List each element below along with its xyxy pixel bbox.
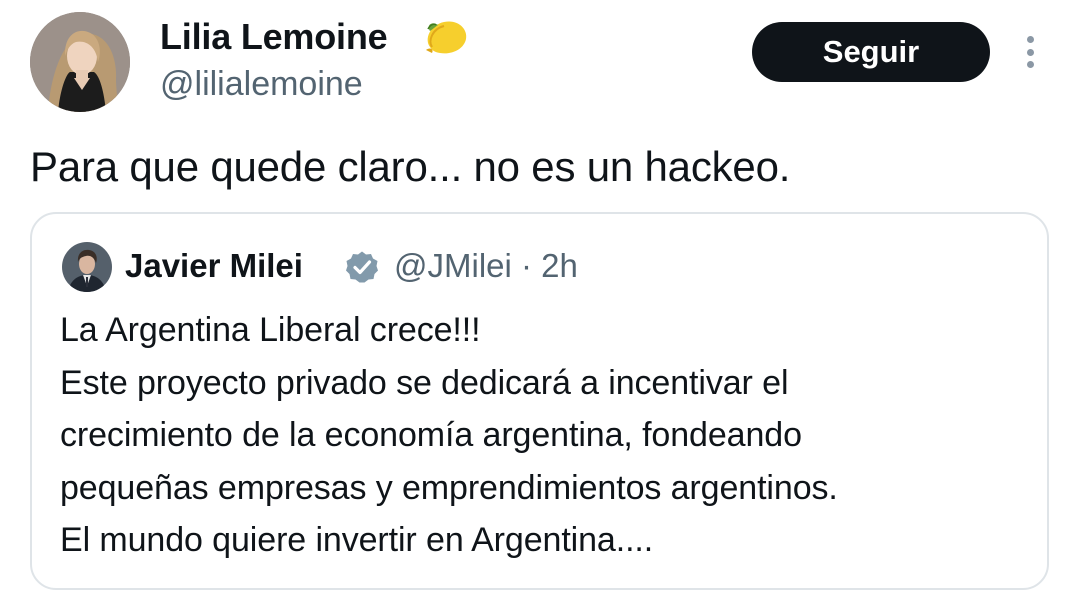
quoted-author-avatar-image: [62, 242, 112, 292]
quoted-text-line: Este proyecto privado se dedicará a ince…: [60, 363, 789, 402]
author-avatar[interactable]: [30, 12, 130, 112]
quoted-tweet-text: La Argentina Liberal crece!!! Este proye…: [60, 304, 838, 567]
more-vertical-icon[interactable]: [1016, 30, 1044, 74]
author-name[interactable]: Lilia Lemoine: [160, 14, 388, 60]
author-handle[interactable]: @lilialemoine: [160, 62, 363, 106]
verified-badge-icon: [346, 251, 378, 283]
quoted-text-line: La Argentina Liberal crece!!!: [60, 311, 481, 349]
tweet-card: Lilia Lemoine @lilialemoine Seguir Para …: [0, 0, 1080, 607]
more-dot: [1026, 48, 1034, 56]
follow-button[interactable]: Seguir: [752, 22, 990, 82]
quoted-handle-time[interactable]: @JMilei · 2h: [394, 244, 578, 288]
quoted-author-name[interactable]: Javier Milei: [125, 244, 303, 288]
more-dot: [1026, 61, 1034, 68]
quoted-author-avatar[interactable]: [62, 242, 112, 292]
quoted-text-line: El mundo quiere invertir en Argentina...…: [60, 521, 654, 559]
lemon-icon: [426, 21, 467, 54]
quoted-tweet[interactable]: Javier Milei @JMilei · 2h La Argentina L…: [30, 212, 1049, 590]
more-dot: [1026, 36, 1034, 43]
tweet-text: Para que quede claro... no es un hackeo.: [30, 143, 791, 190]
quoted-text-line: crecimiento de la economía argentina, fo…: [60, 416, 802, 454]
author-avatar-image: [30, 12, 130, 112]
quoted-text-line: pequeñas empresas y emprendimientos arge…: [60, 468, 838, 507]
